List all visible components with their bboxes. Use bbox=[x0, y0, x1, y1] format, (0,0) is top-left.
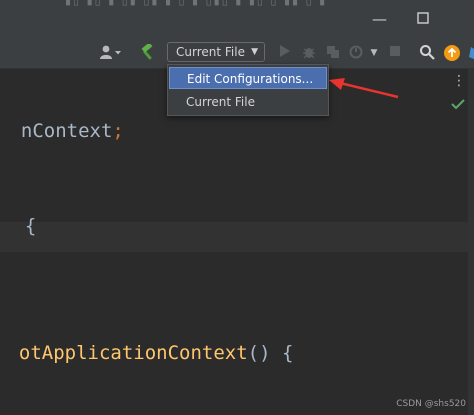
watermark: CSDN @shs520 bbox=[396, 399, 466, 409]
annotation-arrow bbox=[329, 78, 399, 99]
